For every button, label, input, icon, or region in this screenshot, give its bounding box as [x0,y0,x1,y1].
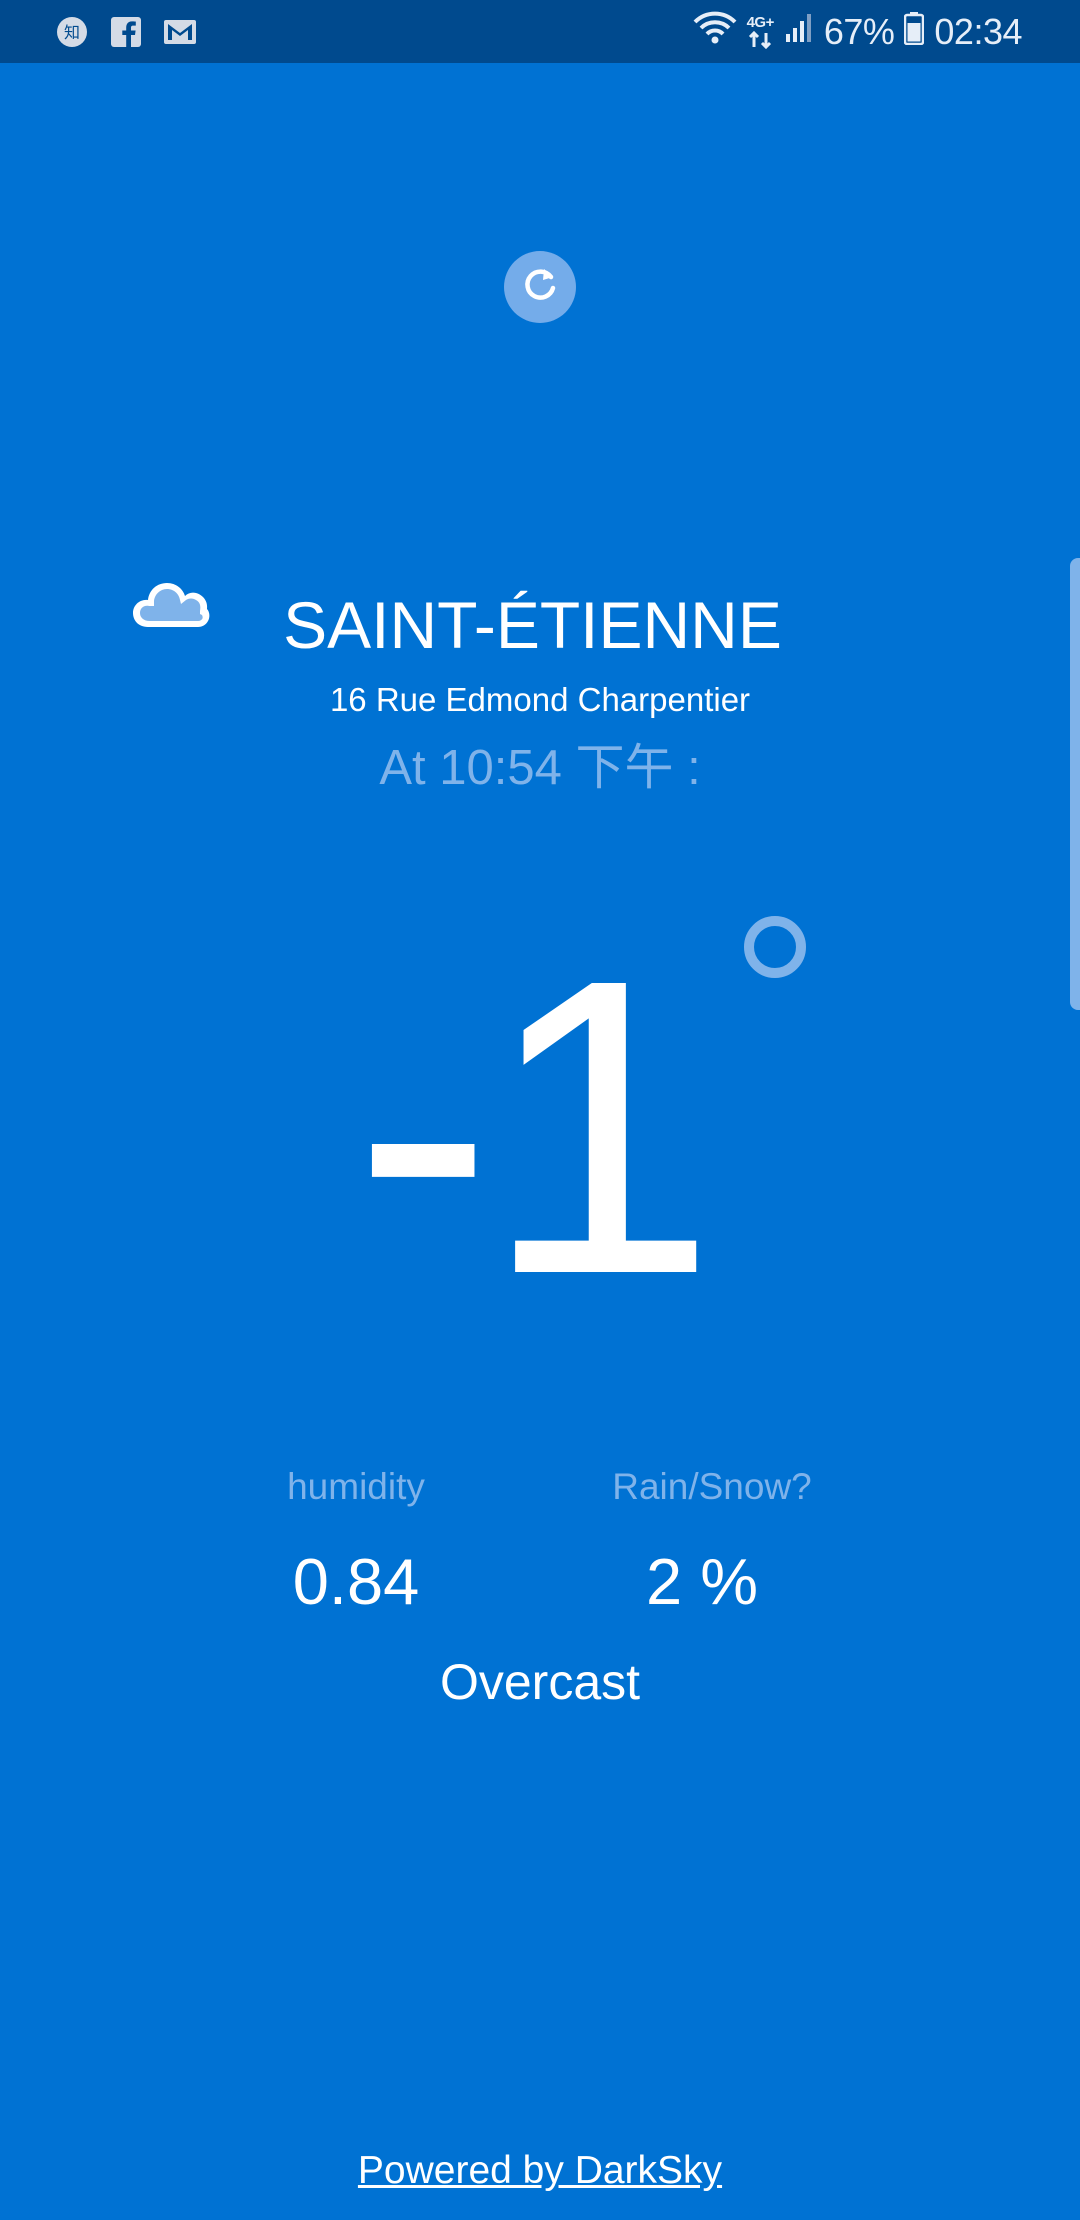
humidity-label: humidity [287,1466,425,1507]
street-address: 16 Rue Edmond Charpentier [329,681,751,718]
battery-icon [904,11,925,53]
precip-label: Rain/Snow? [612,1466,812,1507]
status-bar: 知 4G+ 67% 02:34 [0,0,1080,63]
zhihu-icon: 知 [54,14,90,50]
battery-percent: 67% [823,11,895,52]
mobile-data-icon: 4G+ [747,15,774,49]
weather-summary: Overcast [439,1654,641,1710]
refresh-icon [518,263,562,312]
city-name: SAINT-ÉTIENNE [283,588,782,662]
precip-value: 2 % [645,1545,758,1618]
gmail-icon [162,14,198,50]
system-status: 4G+ 67% 02:34 [693,12,1022,52]
degree-icon [744,916,806,978]
notification-icons: 知 [54,14,198,50]
clock: 02:34 [934,11,1022,52]
observation-time: At 10:54 下午 : [379,741,701,795]
temperature-value: -1 [353,893,716,1362]
powered-by-link[interactable]: Powered by DarkSky [0,2146,1080,2196]
svg-text:知: 知 [64,23,80,42]
refresh-button[interactable] [504,251,576,323]
facebook-icon [108,14,144,50]
humidity-value: 0.84 [292,1545,420,1618]
wifi-icon [693,10,737,54]
signal-icon [784,12,814,52]
weather-screen: 知 4G+ 67% 02:34 SAINT-ÉTIENNE 16 Rue Edm… [0,0,1080,2220]
